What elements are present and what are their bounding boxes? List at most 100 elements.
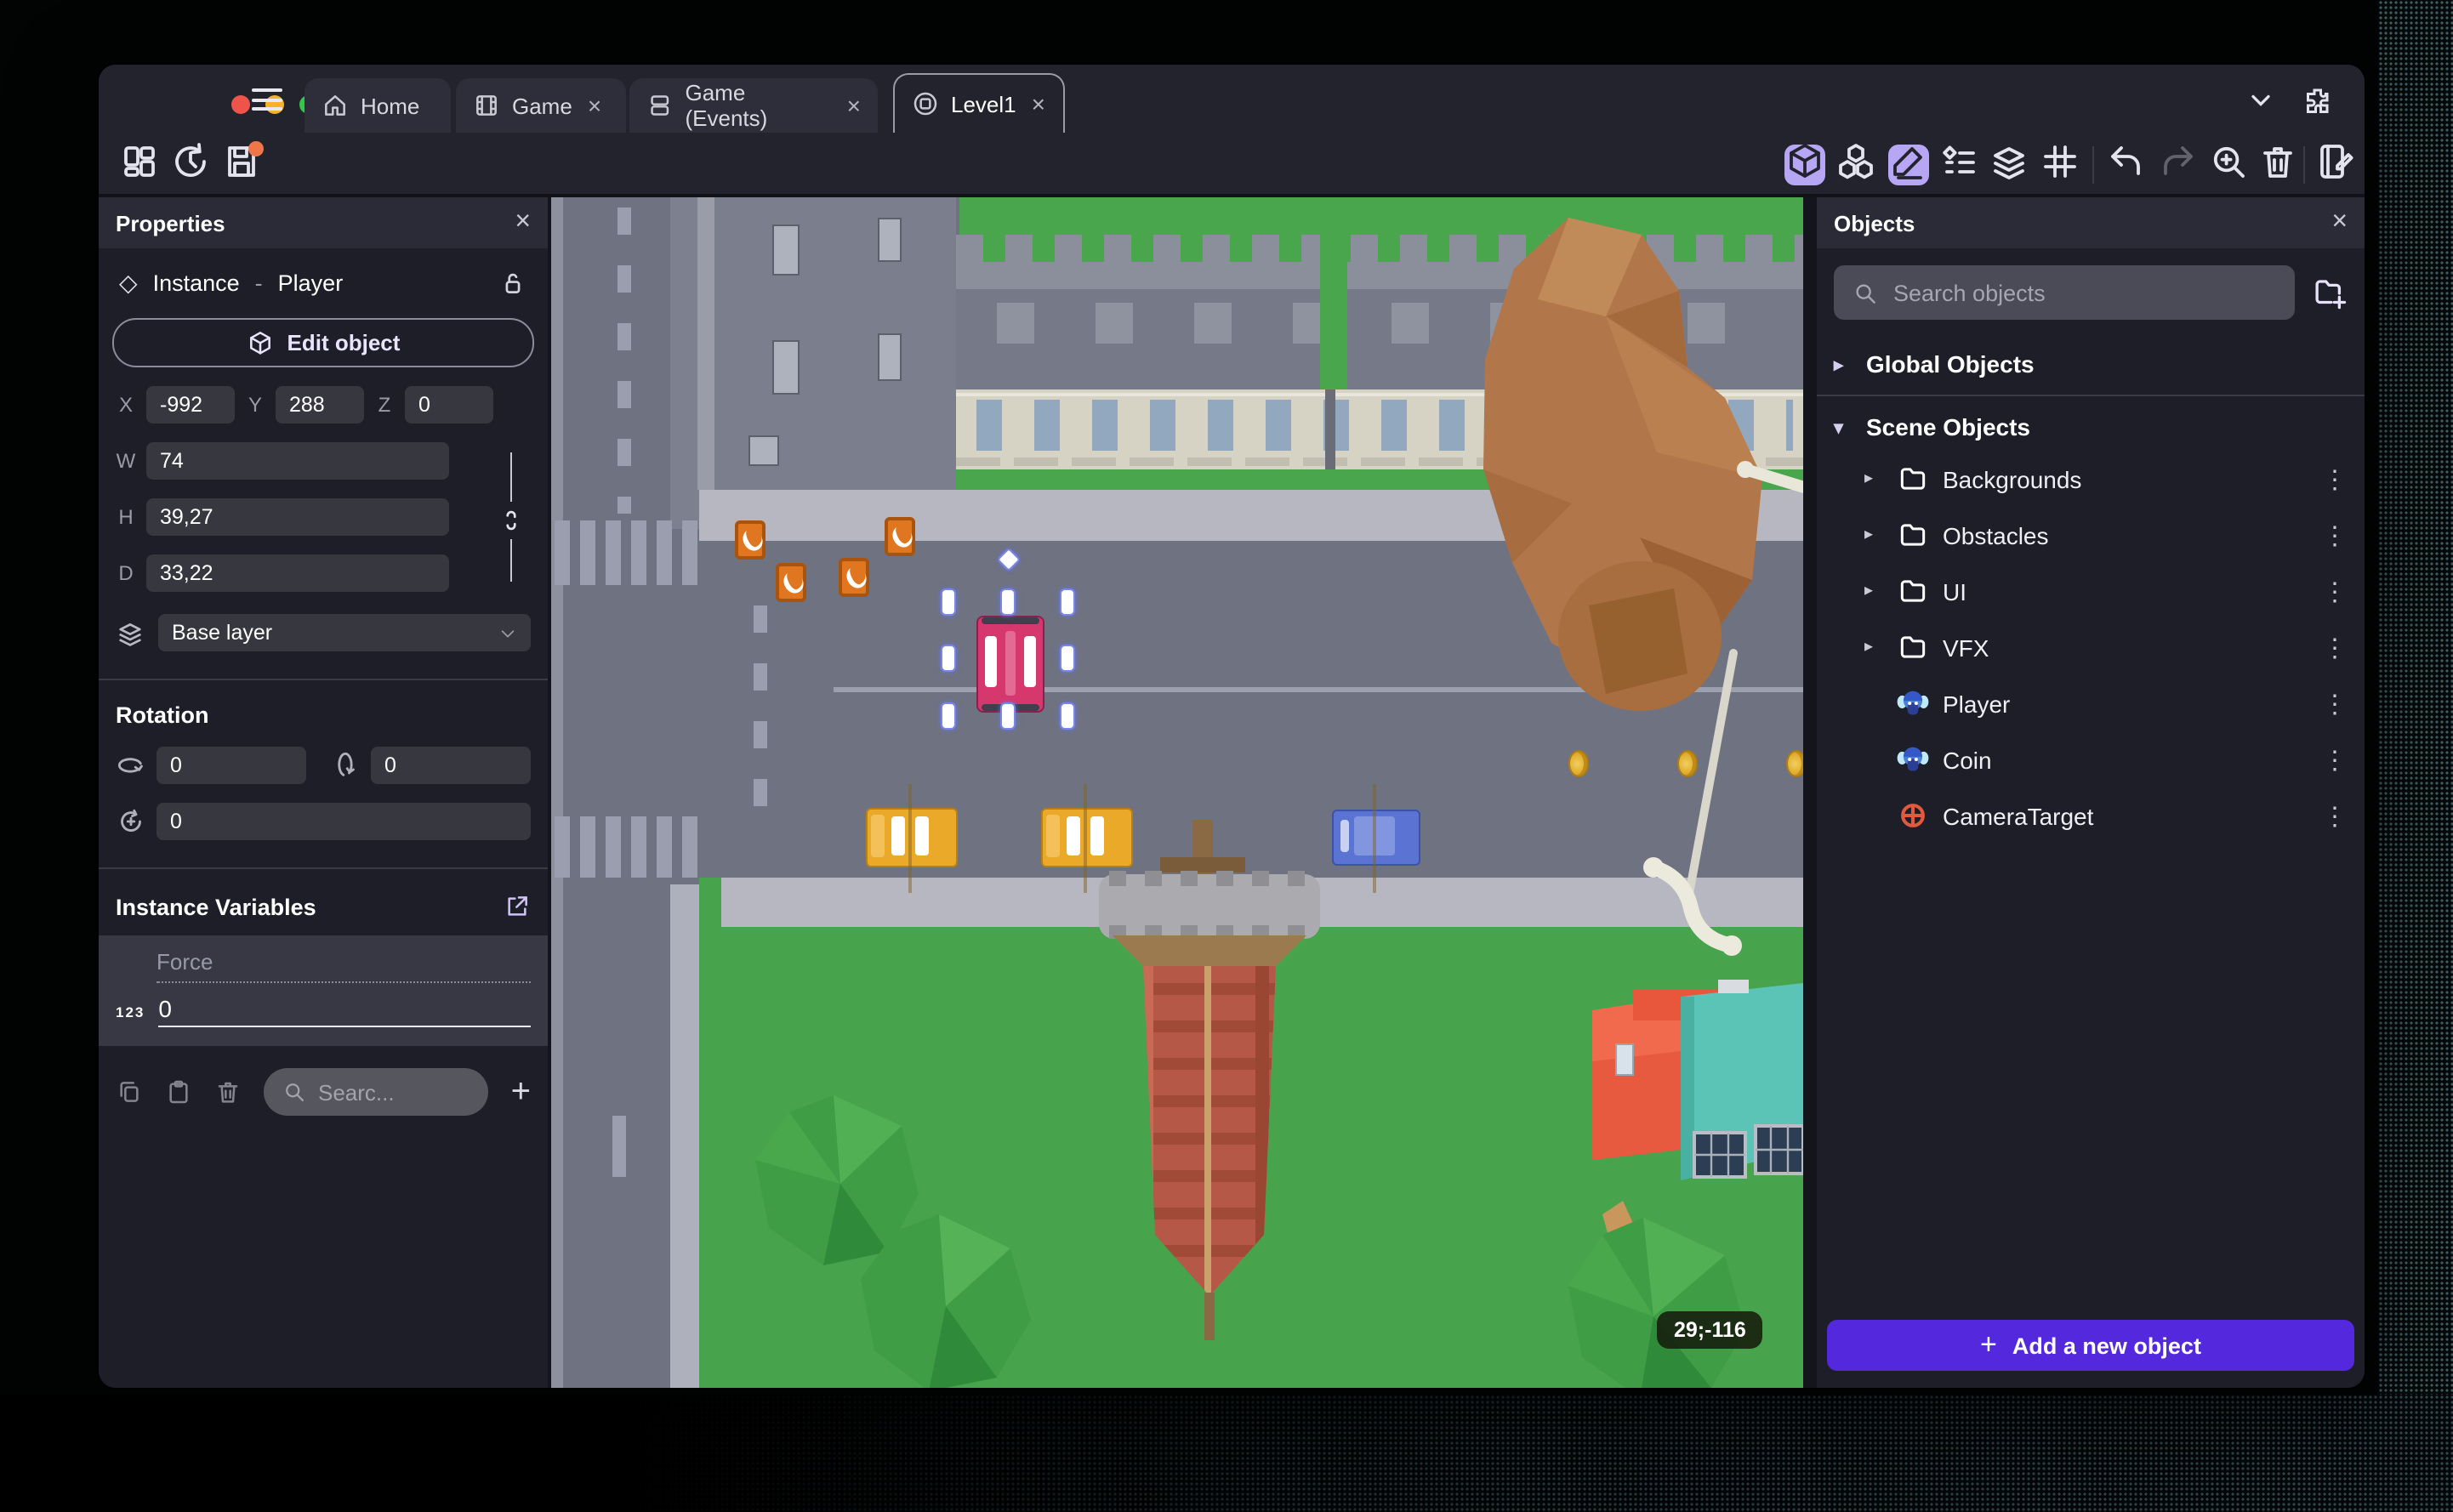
kebab-menu-icon[interactable]: ⋮ xyxy=(2322,463,2365,494)
selection-handle[interactable] xyxy=(1000,588,1016,616)
tab-home[interactable]: Home xyxy=(304,78,451,133)
sidewalk-top xyxy=(699,490,1803,541)
close-icon[interactable]: × xyxy=(2331,207,2348,238)
paste-icon[interactable] xyxy=(165,1078,192,1106)
kebab-menu-icon[interactable]: ⋮ xyxy=(2322,520,2365,550)
object-row-backgrounds[interactable]: ▸ Backgrounds ⋮ xyxy=(1817,451,2365,507)
open-external-icon[interactable] xyxy=(504,893,531,920)
kebab-menu-icon[interactable]: ⋮ xyxy=(2322,632,2365,662)
height-field[interactable] xyxy=(146,498,449,536)
selection-handle[interactable] xyxy=(1060,645,1075,672)
tab-level1[interactable]: Level1 × xyxy=(893,73,1065,133)
rotation-x-field[interactable] xyxy=(157,747,306,784)
add-folder-icon[interactable] xyxy=(2312,275,2348,310)
crate-obstacle[interactable] xyxy=(839,558,871,597)
selection-handle[interactable] xyxy=(1060,702,1075,730)
close-tab-icon[interactable]: × xyxy=(847,92,861,119)
chevron-right-icon[interactable]: ▸ xyxy=(1864,582,1883,600)
variable-name[interactable]: Force xyxy=(157,949,531,983)
chevron-down-icon[interactable] xyxy=(2240,80,2281,121)
crate-obstacle[interactable] xyxy=(735,520,767,560)
objects-cubes-icon[interactable] xyxy=(1835,143,1876,185)
trash-icon[interactable] xyxy=(214,1078,242,1106)
scene-editor-canvas[interactable]: 29;-116 xyxy=(551,197,1803,1388)
tab-game[interactable]: Game × xyxy=(456,78,626,133)
coin[interactable] xyxy=(1786,750,1803,777)
coin[interactable] xyxy=(1568,750,1589,777)
rotation-y-field[interactable] xyxy=(371,747,531,784)
taxi-car[interactable] xyxy=(866,808,958,867)
kebab-menu-icon[interactable] xyxy=(2351,80,2365,121)
blue-car[interactable] xyxy=(1332,810,1420,866)
selection-handle[interactable] xyxy=(1060,588,1075,616)
close-icon[interactable]: × xyxy=(515,207,531,238)
kebab-menu-icon[interactable]: ⋮ xyxy=(2322,576,2365,606)
close-tab-icon[interactable]: × xyxy=(1032,90,1045,117)
close-tab-icon[interactable]: × xyxy=(588,92,601,119)
toggle-3d-view-icon[interactable] xyxy=(1784,143,1825,185)
events-sheet-icon[interactable] xyxy=(2315,144,2356,185)
history-clock-icon[interactable] xyxy=(170,142,211,185)
layout-panels-icon[interactable] xyxy=(119,145,160,185)
instances-list-icon[interactable] xyxy=(1939,145,1980,185)
kebab-menu-icon[interactable]: ⋮ xyxy=(2322,800,2365,831)
selection-handle[interactable] xyxy=(941,702,956,730)
building-roof[interactable] xyxy=(956,289,1803,389)
selection-handle[interactable] xyxy=(1000,702,1016,730)
extensions-puzzle-icon[interactable] xyxy=(2296,80,2337,121)
layer-select[interactable]: Base layer xyxy=(158,614,531,651)
edit-object-button[interactable]: Edit object xyxy=(112,318,534,367)
copy-icon[interactable] xyxy=(116,1078,143,1106)
layers-icon[interactable] xyxy=(1989,145,2029,185)
selection-handle[interactable] xyxy=(941,588,956,616)
selection-handle[interactable] xyxy=(941,645,956,672)
camera-target-icon xyxy=(1897,799,1929,832)
road-edge-strip xyxy=(551,197,563,1388)
kebab-menu-icon[interactable]: ⋮ xyxy=(2322,688,2365,719)
redo-icon[interactable] xyxy=(2157,145,2198,185)
x-field[interactable] xyxy=(146,386,235,423)
close-window-button[interactable] xyxy=(231,95,250,114)
trash-icon[interactable] xyxy=(2257,145,2298,185)
building-left[interactable] xyxy=(697,197,956,490)
object-row-vfx[interactable]: ▸ VFX ⋮ xyxy=(1817,619,2365,675)
object-row-cameratarget[interactable]: CameraTarget ⋮ xyxy=(1817,787,2365,844)
variables-search-input[interactable]: Searc... xyxy=(264,1068,489,1116)
chevron-right-icon[interactable]: ▸ xyxy=(1864,469,1883,488)
rotation-z-field[interactable] xyxy=(157,803,531,840)
z-field[interactable] xyxy=(405,386,493,423)
link-aspect-icon[interactable] xyxy=(497,502,526,539)
chevron-right-icon[interactable]: ▸ xyxy=(1864,526,1883,544)
kebab-menu-icon[interactable]: ⋮ xyxy=(2322,744,2365,775)
object-row-obstacles[interactable]: ▸ Obstacles ⋮ xyxy=(1817,507,2365,563)
folder-icon xyxy=(1897,575,1929,607)
lock-open-icon[interactable] xyxy=(498,269,527,298)
taxi-car[interactable] xyxy=(1041,808,1133,867)
position-row: X Y Z xyxy=(116,386,531,423)
rotate-handle[interactable] xyxy=(996,547,1022,572)
width-field[interactable] xyxy=(146,442,449,480)
undo-icon[interactable] xyxy=(2106,145,2147,185)
object-row-coin[interactable]: Coin ⋮ xyxy=(1817,731,2365,787)
sidewalk-left xyxy=(670,884,699,1388)
add-variable-button[interactable]: + xyxy=(511,1075,531,1109)
object-row-ui[interactable]: ▸ UI ⋮ xyxy=(1817,563,2365,619)
grid-icon[interactable] xyxy=(2040,145,2080,185)
depth-field[interactable] xyxy=(146,554,449,592)
coin[interactable] xyxy=(1677,750,1698,777)
y-field[interactable] xyxy=(276,386,364,423)
objects-search-input[interactable]: Search objects xyxy=(1834,265,2295,320)
tab-game-events[interactable]: Game (Events) × xyxy=(629,78,878,133)
zoom-in-icon[interactable] xyxy=(2208,145,2249,185)
group-global-objects[interactable]: ▸ Global Objects xyxy=(1817,340,2365,388)
chevron-right-icon[interactable]: ▸ xyxy=(1864,638,1883,657)
variable-value[interactable]: 0 xyxy=(158,995,531,1027)
group-scene-objects[interactable]: ▾ Scene Objects xyxy=(1817,403,2365,451)
object-row-player[interactable]: Player ⋮ xyxy=(1817,675,2365,731)
crate-obstacle[interactable] xyxy=(885,517,917,556)
menu-icon[interactable] xyxy=(252,88,282,111)
add-new-object-button[interactable]: + Add a new object xyxy=(1827,1320,2354,1371)
crate-obstacle[interactable] xyxy=(776,563,808,602)
edit-pencil-icon[interactable] xyxy=(1888,145,1929,185)
player-car-pink[interactable] xyxy=(976,616,1044,713)
